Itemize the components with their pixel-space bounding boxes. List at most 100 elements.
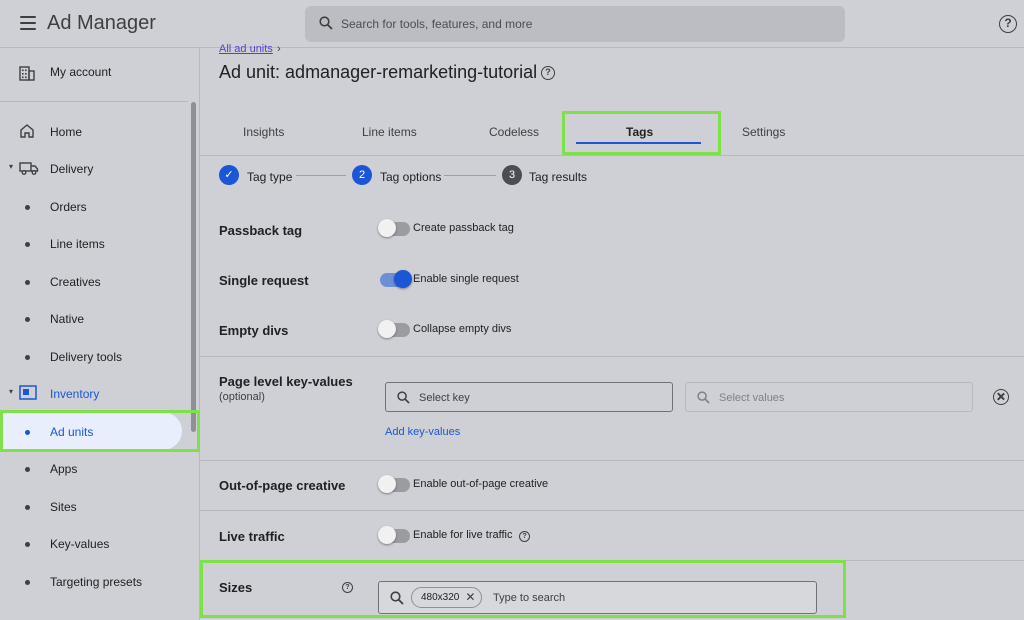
building-icon xyxy=(19,66,35,81)
help-icon[interactable]: ? xyxy=(519,531,530,542)
empty-divs-toggle-label: Collapse empty divs xyxy=(413,323,512,335)
sidebar-item-label: Native xyxy=(50,312,85,326)
out-of-page-label: Out-of-page creative xyxy=(219,478,346,493)
home-icon xyxy=(20,124,34,138)
step-label-tag-options: Tag options xyxy=(380,170,442,184)
sidebar-item-label: Delivery tools xyxy=(50,350,123,364)
empty-divs-label: Empty divs xyxy=(219,323,289,338)
single-request-toggle-label: Enable single request xyxy=(413,273,519,285)
chevron-down-icon: ▾ xyxy=(9,162,14,171)
sidebar-item-delivery-tools[interactable]: Delivery tools xyxy=(0,339,190,375)
ad-units-highlight xyxy=(0,410,200,452)
tags-tab-highlight xyxy=(562,111,721,155)
bullet-icon xyxy=(25,205,30,210)
chevron-down-icon: ▾ xyxy=(9,387,14,396)
select-key-input[interactable]: Select key xyxy=(385,382,673,412)
key-values-label: Page level key-values xyxy=(219,374,353,389)
help-icon[interactable]: ? xyxy=(541,66,555,80)
bullet-icon xyxy=(25,355,30,360)
tab-settings[interactable]: Settings xyxy=(742,125,785,139)
sidebar-item-label: Home xyxy=(50,125,83,139)
search-input[interactable]: Search for tools, features, and more xyxy=(305,6,845,42)
section-divider xyxy=(200,356,1024,357)
page-title: Ad unit: admanager-remarketing-tutorial xyxy=(219,62,538,82)
tab-line-items[interactable]: Line items xyxy=(362,125,417,139)
bullet-icon xyxy=(25,280,30,285)
select-values-input[interactable]: Select values xyxy=(685,382,973,412)
sidebar-item-sites[interactable]: Sites xyxy=(0,489,190,525)
bullet-icon xyxy=(25,317,30,322)
search-icon xyxy=(397,391,410,404)
sidebar-item-inventory[interactable]: ▾ Inventory xyxy=(0,376,190,412)
sidebar-item-native[interactable]: Native xyxy=(0,301,190,337)
bullet-icon xyxy=(25,580,30,585)
sidebar-item-apps[interactable]: Apps xyxy=(0,451,190,487)
sidebar-divider xyxy=(0,101,188,102)
out-of-page-toggle[interactable] xyxy=(378,475,410,493)
tabs-divider xyxy=(200,155,1024,156)
sidebar-item-line-items[interactable]: Line items xyxy=(0,226,190,262)
tab-insights[interactable]: Insights xyxy=(243,125,284,139)
menu-icon[interactable] xyxy=(20,16,36,30)
bullet-icon xyxy=(25,542,30,547)
breadcrumb-separator: › xyxy=(277,43,281,55)
sidebar-item-label: Line items xyxy=(50,237,105,251)
sidebar-item-home[interactable]: Home xyxy=(0,114,190,150)
empty-divs-toggle[interactable] xyxy=(378,320,410,338)
sidebar-item-orders[interactable]: Orders xyxy=(0,189,190,225)
select-key-placeholder: Select key xyxy=(419,392,470,404)
sidebar-scrollbar[interactable] xyxy=(191,102,196,432)
sidebar: My account Home ▾ Delivery Orders Line i… xyxy=(0,48,200,620)
passback-toggle-label: Create passback tag xyxy=(413,222,514,234)
top-bar: Ad Manager Search for tools, features, a… xyxy=(0,0,1024,48)
breadcrumb-link[interactable]: All ad units xyxy=(219,43,273,55)
help-icon[interactable]: ? xyxy=(999,15,1017,33)
sidebar-item-targeting-presets[interactable]: Targeting presets xyxy=(0,564,190,600)
out-of-page-toggle-label: Enable out-of-page creative xyxy=(413,478,549,490)
passback-toggle[interactable] xyxy=(378,219,410,237)
step-label-tag-results: Tag results xyxy=(529,170,588,184)
step-label-tag-type: Tag type xyxy=(247,170,293,184)
bullet-icon xyxy=(25,242,30,247)
key-values-optional: (optional) xyxy=(219,391,265,403)
truck-icon xyxy=(19,162,39,175)
sidebar-item-delivery[interactable]: ▾ Delivery xyxy=(0,151,190,187)
sidebar-item-label: Targeting presets xyxy=(50,575,143,589)
select-values-placeholder: Select values xyxy=(719,392,785,404)
search-placeholder: Search for tools, features, and more xyxy=(341,17,533,31)
sidebar-item-label: Inventory xyxy=(50,387,100,401)
section-divider xyxy=(200,460,1024,461)
bullet-icon xyxy=(25,505,30,510)
clear-icon[interactable] xyxy=(993,389,1009,405)
sizes-highlight xyxy=(200,560,846,618)
live-traffic-toggle[interactable] xyxy=(378,526,410,544)
sidebar-item-label: My account xyxy=(50,65,112,79)
sidebar-item-label: Creatives xyxy=(50,275,101,289)
live-traffic-toggle-label: Enable for live traffic xyxy=(413,529,513,541)
app-title: Ad Manager xyxy=(47,12,156,34)
step-connector xyxy=(296,175,346,176)
sidebar-item-key-values[interactable]: Key-values xyxy=(0,526,190,562)
live-traffic-label: Live traffic xyxy=(219,529,285,544)
add-key-values-link[interactable]: Add key-values xyxy=(385,426,460,438)
tab-codeless[interactable]: Codeless xyxy=(489,125,539,139)
search-icon xyxy=(319,16,333,30)
step-number: 3 xyxy=(502,165,522,185)
step-number: 2 xyxy=(352,165,372,185)
sidebar-item-label: Apps xyxy=(50,462,78,476)
single-request-label: Single request xyxy=(219,273,309,288)
bullet-icon xyxy=(25,467,30,472)
sidebar-item-label: Delivery xyxy=(50,162,94,176)
sidebar-item-label: Key-values xyxy=(50,537,110,551)
sidebar-item-creatives[interactable]: Creatives xyxy=(0,264,190,300)
sidebar-item-my-account[interactable]: My account xyxy=(0,51,190,91)
sidebar-item-label: Sites xyxy=(50,500,77,514)
inventory-icon xyxy=(19,385,37,400)
single-request-toggle[interactable] xyxy=(380,270,412,288)
section-divider xyxy=(200,510,1024,511)
passback-label: Passback tag xyxy=(219,223,303,238)
step-connector xyxy=(444,175,496,176)
step-complete-check-icon: ✓ xyxy=(219,165,239,185)
sidebar-item-label: Orders xyxy=(50,200,87,214)
search-icon xyxy=(697,391,710,404)
